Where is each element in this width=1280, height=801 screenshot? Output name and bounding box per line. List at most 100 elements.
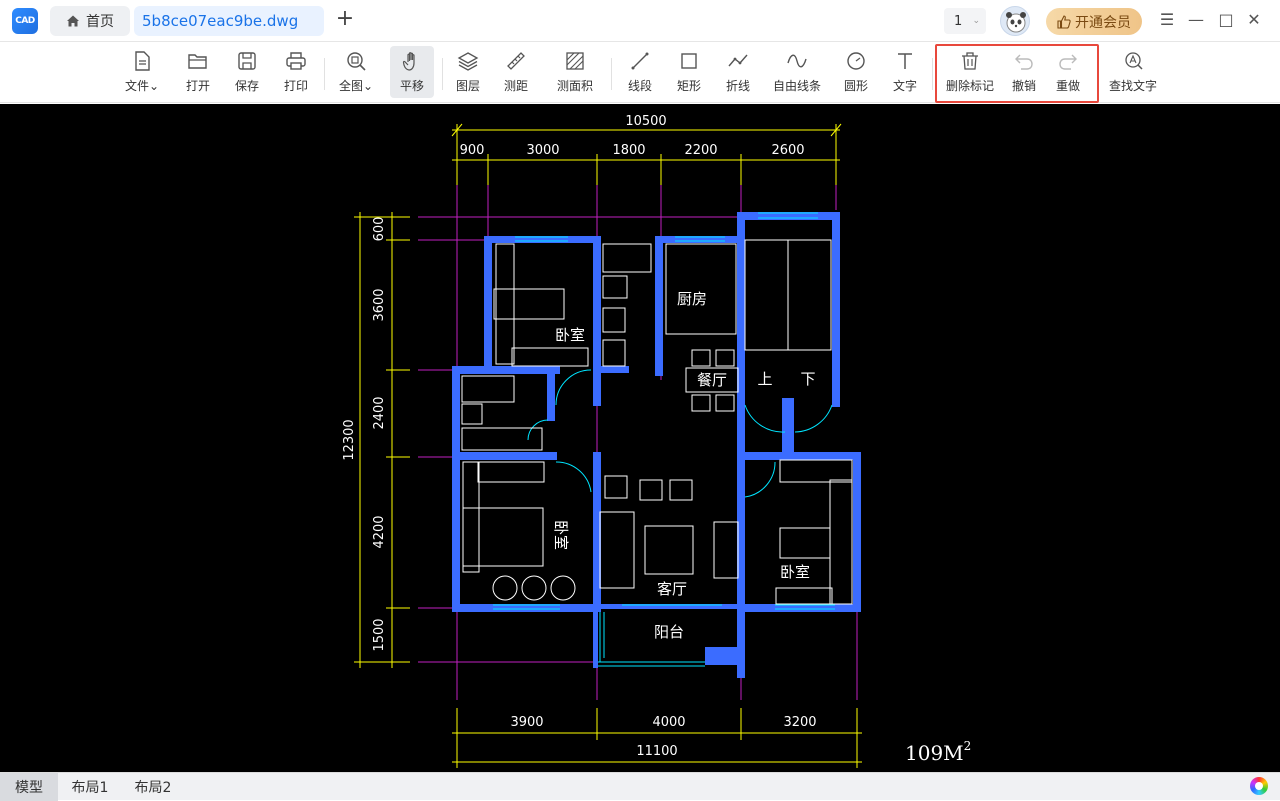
- page-select[interactable]: 1 ⌄: [944, 8, 986, 34]
- dim-left-2: 3600: [372, 288, 387, 321]
- dim-bottom-3: 3200: [783, 715, 816, 730]
- rectangle-label: 矩形: [676, 79, 701, 93]
- zoom-extents-button[interactable]: 全图⌄: [334, 46, 378, 98]
- layout-tab-bar: 模型 布局1 布局2: [0, 772, 1280, 801]
- file-icon: [135, 51, 150, 71]
- zoom-extents-icon: [347, 52, 366, 71]
- freehand-line-button[interactable]: 自由线条: [768, 46, 826, 98]
- left-dimension-lines: [354, 212, 410, 668]
- tab-layout-2[interactable]: 布局2: [122, 773, 184, 801]
- zoom-extents-label: 全图⌄: [338, 79, 374, 93]
- line-segment-button[interactable]: 线段: [620, 46, 660, 98]
- toolbar-divider: [611, 58, 612, 90]
- rectangle-icon: [681, 53, 697, 69]
- dim-top-5: 2600: [771, 143, 804, 158]
- tab-file[interactable]: 5b8ce07eac9be.dwg: [134, 6, 324, 36]
- stair-down: 下: [800, 370, 815, 388]
- tab-home-label: 首页: [86, 14, 114, 30]
- measure-area-icon: [566, 52, 584, 70]
- logo-text: CAD: [15, 16, 35, 26]
- layers-icon: [457, 52, 479, 71]
- polyline-button[interactable]: 折线: [718, 46, 758, 98]
- tab-layout-1[interactable]: 布局1: [60, 773, 120, 801]
- undo-label: 撤销: [1011, 79, 1036, 93]
- trash-icon: [962, 52, 978, 70]
- print-label: 打印: [283, 79, 308, 93]
- dim-left-total: 12300: [342, 419, 357, 460]
- add-tab-button[interactable]: +: [334, 8, 356, 31]
- minimize-icon[interactable]: —: [1186, 10, 1206, 30]
- measure-area-button[interactable]: 测面积: [552, 46, 598, 98]
- find-text-icon: [1125, 52, 1143, 70]
- room-balcony: 阳台: [654, 623, 684, 641]
- app-logo: CAD: [12, 8, 38, 34]
- toolbar-divider: [442, 58, 443, 90]
- thumbs-up-icon: [1057, 14, 1071, 29]
- drawing-canvas[interactable]: 10500 900 3000 1800 2200 2600 12300 600 …: [0, 104, 1280, 772]
- open-label: 打开: [185, 79, 210, 93]
- line-segment-label: 线段: [627, 79, 652, 93]
- avatar[interactable]: [1000, 6, 1030, 36]
- circle-button[interactable]: 圆形: [836, 46, 876, 98]
- title-bar: CAD 首页 5b8ce07eac9be.dwg + 1 ⌄ 开通会员 ☰ — …: [0, 0, 1280, 42]
- delete-markup-button[interactable]: 删除标记: [942, 46, 998, 98]
- dim-top-2: 3000: [526, 143, 559, 158]
- rectangle-button[interactable]: 矩形: [669, 46, 709, 98]
- layers-button[interactable]: 图层: [448, 46, 488, 98]
- color-wheel-icon[interactable]: [1250, 777, 1268, 795]
- tab-model[interactable]: 模型: [0, 773, 58, 801]
- text-label: 文字: [892, 79, 917, 93]
- panda-avatar-icon: [1006, 12, 1026, 33]
- circle-label: 圆形: [843, 79, 868, 93]
- find-text-button[interactable]: 查找文字: [1104, 46, 1162, 98]
- vip-label: 开通会员: [1075, 14, 1131, 31]
- dim-top-total: 10500: [625, 114, 666, 129]
- circle-icon: [847, 52, 865, 70]
- measure-distance-label: 测距: [503, 79, 528, 93]
- dim-top-1: 900: [460, 143, 485, 158]
- chevron-down-icon: ⌄: [972, 16, 980, 26]
- room-living: 客厅: [657, 580, 687, 598]
- room-bedroom-left: 卧室: [552, 520, 570, 550]
- freehand-line-label: 自由线条: [772, 79, 821, 93]
- measure-distance-button[interactable]: 测距: [496, 46, 536, 98]
- redo-icon: [1059, 54, 1077, 70]
- maximize-icon[interactable]: □: [1216, 10, 1236, 30]
- room-bedroom-right: 卧室: [780, 563, 810, 581]
- file-menu-label: 文件⌄: [124, 79, 160, 93]
- printer-icon: [286, 52, 306, 70]
- file-menu-button[interactable]: 文件⌄: [118, 46, 166, 98]
- dim-bottom-1: 3900: [510, 715, 543, 730]
- undo-button[interactable]: 撤销: [1004, 46, 1044, 98]
- open-button[interactable]: 打开: [178, 46, 218, 98]
- dim-left-4: 4200: [372, 515, 387, 548]
- dim-bottom-total: 11100: [636, 744, 677, 759]
- folder-open-icon: [188, 54, 207, 69]
- text-button[interactable]: 文字: [885, 46, 925, 98]
- room-kitchen: 厨房: [677, 290, 707, 308]
- room-dining: 餐厅: [697, 371, 727, 389]
- toolbar-divider: [932, 58, 933, 90]
- save-button[interactable]: 保存: [227, 46, 267, 98]
- vip-button[interactable]: 开通会员: [1046, 8, 1142, 35]
- page-select-value: 1: [954, 13, 963, 29]
- stair-up: 上: [757, 370, 772, 388]
- tab-home[interactable]: 首页: [50, 6, 130, 36]
- polyline-icon: [728, 54, 748, 67]
- menu-icon[interactable]: ☰: [1157, 10, 1177, 30]
- polyline-label: 折线: [725, 79, 750, 93]
- toolbar-divider: [324, 58, 325, 90]
- redo-button[interactable]: 重做: [1048, 46, 1088, 98]
- dim-top-3: 1800: [612, 143, 645, 158]
- pan-button[interactable]: 平移: [390, 46, 434, 98]
- print-button[interactable]: 打印: [276, 46, 316, 98]
- floor-plan-drawing: 10500 900 3000 1800 2200 2600 12300 600 …: [342, 114, 971, 768]
- tab-file-label: 5b8ce07eac9be.dwg: [142, 12, 299, 30]
- walls: [452, 212, 861, 678]
- toolbar: 文件⌄ 打开 保存 打印 全图⌄ 平移 图层 测距 测面积 线段 矩形 折线 自…: [0, 42, 1280, 103]
- pan-label: 平移: [399, 79, 424, 93]
- close-icon[interactable]: ✕: [1244, 10, 1264, 30]
- delete-markup-label: 删除标记: [945, 79, 994, 93]
- dim-left-5: 1500: [372, 618, 387, 651]
- undo-icon: [1015, 54, 1033, 70]
